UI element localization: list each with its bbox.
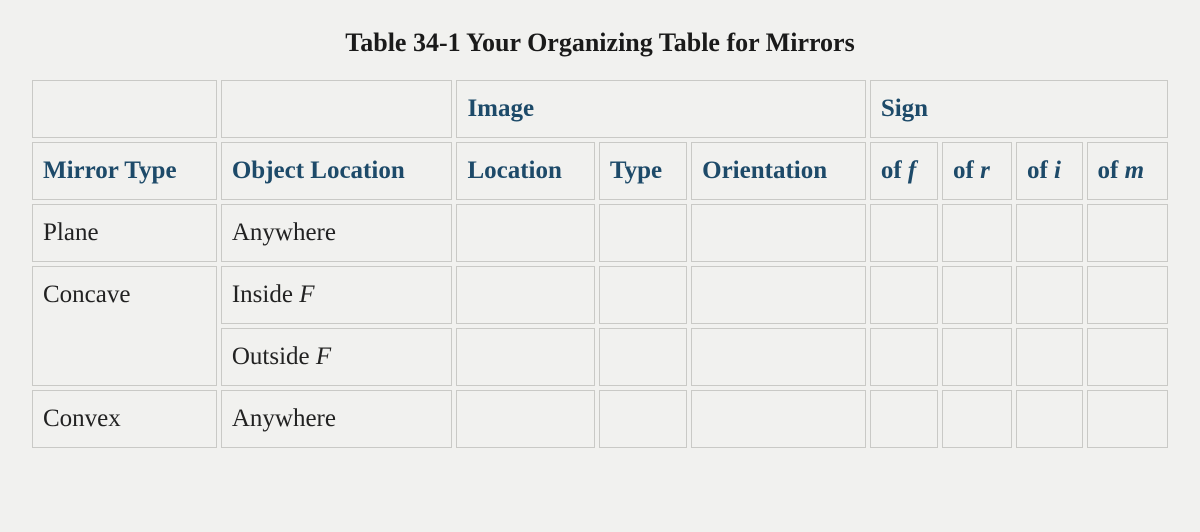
mirrors-table: Image Sign Mirror Type Object Location L…	[28, 76, 1172, 452]
header-group-image: Image	[456, 80, 865, 138]
header-blank-1	[32, 80, 217, 138]
cell-of-i	[1016, 266, 1083, 324]
cell-of-f	[870, 328, 938, 386]
cell-object-location: Inside F	[221, 266, 453, 324]
cell-type	[599, 266, 687, 324]
cell-of-f	[870, 266, 938, 324]
cell-mirror-type: Plane	[32, 204, 217, 262]
cell-location	[456, 328, 594, 386]
cell-of-m	[1087, 328, 1168, 386]
header-group-sign: Sign	[870, 80, 1168, 138]
cell-mirror-type: Concave	[32, 266, 217, 386]
cell-of-r	[942, 390, 1012, 448]
cell-orientation	[691, 266, 866, 324]
cell-object-location: Anywhere	[221, 204, 453, 262]
table-header-group-row: Image Sign	[32, 80, 1168, 138]
cell-orientation	[691, 204, 866, 262]
cell-location	[456, 266, 594, 324]
cell-orientation	[691, 390, 866, 448]
cell-of-r	[942, 204, 1012, 262]
col-of-f: of f	[870, 142, 938, 200]
cell-of-i	[1016, 204, 1083, 262]
table-title: Table 34-1 Your Organizing Table for Mir…	[28, 28, 1172, 58]
cell-of-m	[1087, 266, 1168, 324]
cell-of-f	[870, 390, 938, 448]
col-of-m: of m	[1087, 142, 1168, 200]
cell-location	[456, 204, 594, 262]
col-type: Type	[599, 142, 687, 200]
cell-of-r	[942, 328, 1012, 386]
cell-object-location: Anywhere	[221, 390, 453, 448]
table-header-columns-row: Mirror Type Object Location Location Typ…	[32, 142, 1168, 200]
table-row: Convex Anywhere	[32, 390, 1168, 448]
cell-of-i	[1016, 390, 1083, 448]
col-of-r: of r	[942, 142, 1012, 200]
cell-object-location: Outside F	[221, 328, 453, 386]
cell-type	[599, 204, 687, 262]
col-mirror-type: Mirror Type	[32, 142, 217, 200]
header-blank-2	[221, 80, 453, 138]
cell-orientation	[691, 328, 866, 386]
cell-of-f	[870, 204, 938, 262]
cell-of-i	[1016, 328, 1083, 386]
cell-mirror-type: Convex	[32, 390, 217, 448]
table-row: Plane Anywhere	[32, 204, 1168, 262]
table-row: Concave Inside F	[32, 266, 1168, 324]
cell-of-r	[942, 266, 1012, 324]
col-location: Location	[456, 142, 594, 200]
cell-of-m	[1087, 204, 1168, 262]
col-of-i: of i	[1016, 142, 1083, 200]
col-orientation: Orientation	[691, 142, 866, 200]
cell-type	[599, 390, 687, 448]
col-object-location: Object Location	[221, 142, 453, 200]
cell-type	[599, 328, 687, 386]
cell-of-m	[1087, 390, 1168, 448]
cell-location	[456, 390, 594, 448]
